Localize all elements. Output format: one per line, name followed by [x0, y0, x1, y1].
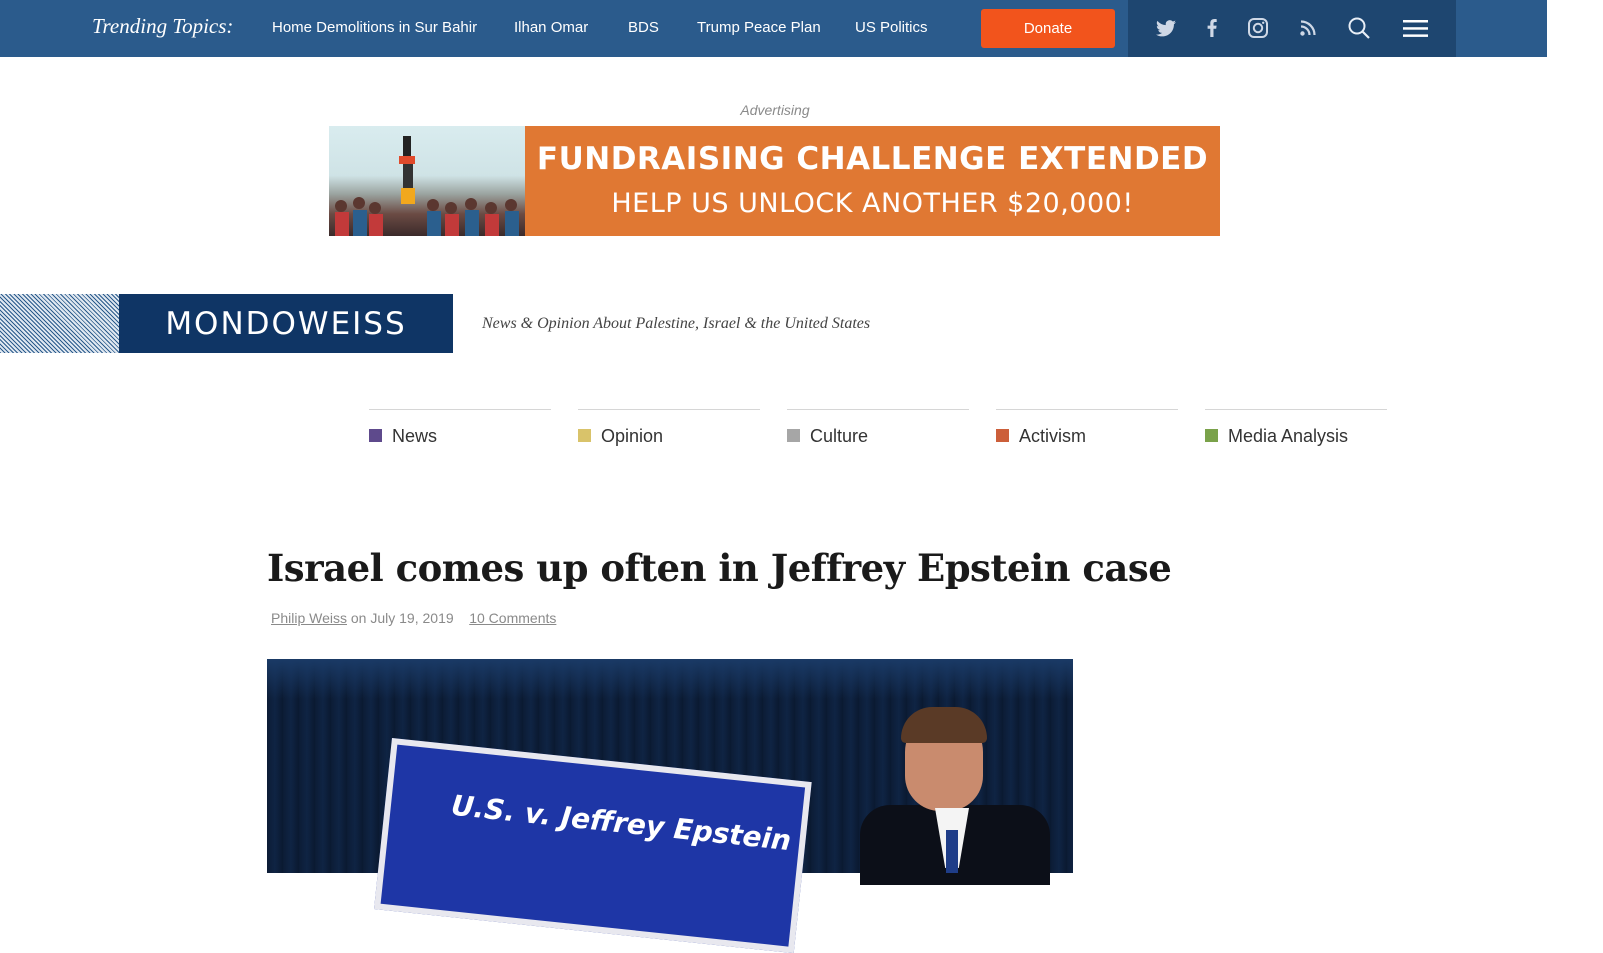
rss-icon[interactable]: [1294, 14, 1322, 42]
opinion-color-swatch: [578, 429, 591, 442]
category-activism[interactable]: Activism: [996, 409, 1178, 450]
culture-color-swatch: [787, 429, 800, 442]
category-news[interactable]: News: [369, 409, 551, 450]
ad-photo: [329, 126, 525, 236]
category-label: Media Analysis: [1228, 426, 1349, 446]
instagram-icon[interactable]: [1244, 14, 1272, 42]
category-label: Opinion: [601, 426, 664, 446]
comments-link[interactable]: 10 Comments: [469, 610, 556, 626]
topic-link-ilhan-omar[interactable]: Ilhan Omar: [514, 19, 588, 36]
category-culture[interactable]: Culture: [787, 409, 969, 450]
news-color-swatch: [369, 429, 382, 442]
sign-text: U.S. v. Jeffrey Epstein: [449, 788, 793, 858]
article-byline: Philip Weiss on July 19, 2019 10 Comment…: [271, 610, 556, 626]
topic-link-trump-peace-plan[interactable]: Trump Peace Plan: [697, 19, 821, 36]
category-label: Culture: [810, 426, 869, 446]
topic-link-home-demolitions[interactable]: Home Demolitions in Sur Bahir: [272, 19, 477, 36]
category-label: News: [392, 426, 438, 446]
masthead-stripe-pattern: [0, 294, 119, 353]
advertising-label: Advertising: [740, 102, 810, 118]
site-tagline: News & Opinion About Palestine, Israel &…: [482, 315, 871, 332]
ad-subheadline: HELP US UNLOCK ANOTHER $20,000!: [611, 188, 1134, 219]
hero-light: [267, 659, 1073, 699]
activism-color-swatch: [996, 429, 1009, 442]
menu-icon[interactable]: [1401, 14, 1429, 42]
article-date: July 19, 2019: [370, 610, 454, 626]
date-prefix: on: [350, 610, 367, 626]
category-opinion[interactable]: Opinion: [578, 409, 760, 450]
ad-headline: FUNDRAISING CHALLENGE EXTENDED: [536, 141, 1209, 177]
hero-person-tie: [946, 830, 958, 873]
fundraising-banner-ad[interactable]: FUNDRAISING CHALLENGE EXTENDED HELP US U…: [329, 126, 1220, 236]
article-title: Israel comes up often in Jeffrey Epstein…: [267, 546, 1172, 590]
search-icon[interactable]: [1345, 14, 1373, 42]
author-link[interactable]: Philip Weiss: [271, 610, 347, 626]
facebook-icon[interactable]: [1198, 14, 1226, 42]
hero-person-hair: [901, 707, 987, 743]
twitter-icon[interactable]: [1152, 14, 1180, 42]
topic-link-us-politics[interactable]: US Politics: [855, 19, 928, 36]
category-media-analysis[interactable]: Media Analysis: [1205, 409, 1387, 450]
site-logo[interactable]: MONDOWEISS: [119, 294, 453, 353]
topic-link-bds[interactable]: BDS: [628, 19, 659, 36]
social-icon-bar: [1128, 0, 1456, 57]
category-label: Activism: [1019, 426, 1086, 446]
trending-topics-label: Trending Topics:: [92, 14, 234, 38]
media-analysis-color-swatch: [1205, 429, 1218, 442]
donate-button[interactable]: Donate: [981, 9, 1115, 48]
